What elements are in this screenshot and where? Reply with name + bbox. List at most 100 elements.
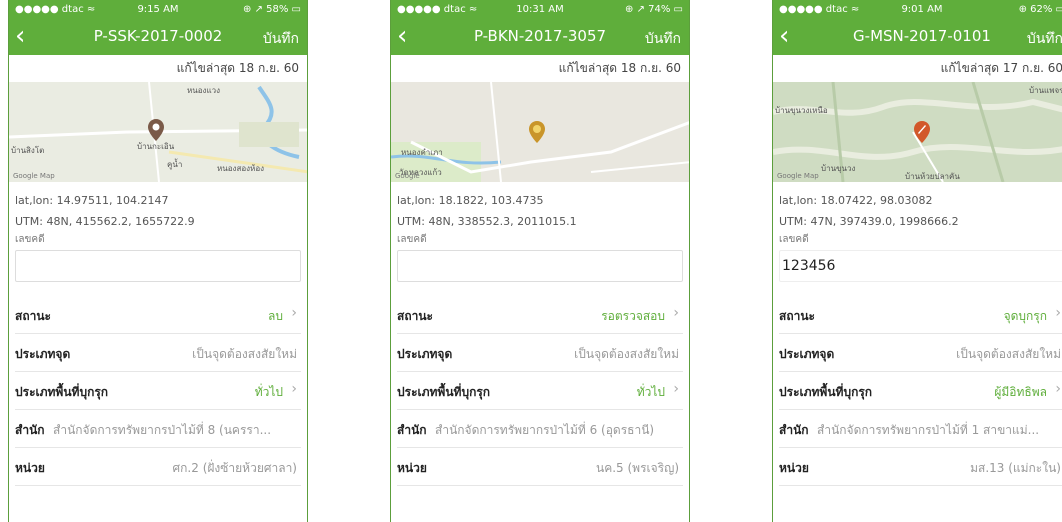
area-type-label: ประเภทพื้นที่บุกรุก: [15, 385, 109, 399]
office-value: สำนักจัดการทรัพยากรป่าไม้ที่ 1 สาขาแม่..…: [817, 423, 1040, 437]
map-view[interactable]: บ้านขุนวงเหนือ บ้านขุนวง บ้านห้วยปลาคัน …: [773, 82, 1062, 182]
detail-list: สถานะ รอตรวจสอบ › ประเภทจุด เป็นจุดต้องส…: [391, 296, 689, 486]
point-type-value: เป็นจุดต้องสงสัยใหม่: [192, 347, 297, 361]
chevron-right-icon: ›: [673, 305, 679, 321]
detail-list: สถานะ ลบ › ประเภทจุด เป็นจุดต้องสงสัยใหม…: [9, 296, 307, 486]
latlon-text: lat,lon: 18.07422, 98.03082: [779, 194, 933, 207]
navbar: ‹ P-BKN-2017-3057 บันทึก: [391, 19, 689, 55]
point-type-label: ประเภทจุด: [397, 347, 453, 361]
map-label: บ้านแพจร: [1029, 86, 1062, 95]
chevron-right-icon: ›: [291, 381, 297, 397]
office-label: สำนัก: [397, 423, 427, 437]
navbar: ‹ G-MSN-2017-0101 บันทึก: [773, 19, 1062, 55]
unit-label: หน่วย: [15, 461, 45, 475]
unit-value: มส.13 (แม่กะใน): [970, 461, 1061, 475]
unit-row: หน่วย ศก.2 (ฝั่งซ้ายห้วยศาลา): [15, 448, 301, 486]
unit-row: หน่วย นค.5 (พรเจริญ): [397, 448, 683, 486]
case-number-input[interactable]: [15, 250, 301, 282]
point-type-row: ประเภทจุด เป็นจุดต้องสงสัยใหม่: [397, 334, 683, 372]
battery-indicator: ⊕ 62% ▭: [1018, 4, 1062, 15]
status-label: สถานะ: [779, 309, 815, 323]
case-number-label: เลขคดี: [779, 234, 809, 245]
map-label: บ้านสิงโต: [11, 146, 45, 155]
save-button[interactable]: บันทึก: [1027, 28, 1062, 50]
office-value: สำนักจัดการทรัพยากรป่าไม้ที่ 6 (อุดรธานี…: [435, 423, 655, 437]
unit-label: หน่วย: [779, 461, 809, 475]
status-label: สถานะ: [397, 309, 433, 323]
map-label: หนองสองห้อง: [217, 164, 265, 173]
utm-text: UTM: 47N, 397439.0, 1998666.2: [779, 215, 959, 228]
area-type-row[interactable]: ประเภทพื้นที่บุกรุก ทั่วไป ›: [397, 372, 683, 410]
map-view[interactable]: หนองแวง บ้านสิงโต บ้านกะเอิน คูน้ำ หนองส…: [9, 82, 307, 182]
save-button[interactable]: บันทึก: [263, 28, 299, 50]
office-row: สำนัก สำนักจัดการทรัพยากรป่าไม้ที่ 6 (อุ…: [397, 410, 683, 448]
office-value: สำนักจัดการทรัพยากรป่าไม้ที่ 8 (นครรา...: [53, 423, 272, 437]
status-bar: ●●●●● dtac ≈ 9:15 AM ⊕ ↗ 58% ▭: [9, 0, 307, 19]
office-row: สำนัก สำนักจัดการทรัพยากรป่าไม้ที่ 1 สาข…: [779, 410, 1062, 448]
office-label: สำนัก: [779, 423, 809, 437]
area-type-value: ทั่วไป: [254, 385, 283, 399]
map-label: หนองคำเภา: [401, 148, 443, 157]
point-type-value: เป็นจุดต้องสงสัยใหม่: [956, 347, 1061, 361]
phone-screen-2: ●●●●● dtac ≈ 10:31 AM ⊕ ↗ 74% ▭ ‹ P-BKN-…: [390, 0, 690, 522]
map-view[interactable]: หนองคำเภา วัดหลวงแก้ว Google: [391, 82, 689, 182]
status-value: ลบ: [268, 309, 283, 323]
last-edited-label: แก้ไขล่าสุด 18 ก.ย. 60: [176, 61, 299, 75]
google-map-attribution: Google Map: [777, 172, 819, 180]
case-number-input[interactable]: [397, 250, 683, 282]
unit-value: ศก.2 (ฝั่งซ้ายห้วยศาลา): [172, 461, 297, 475]
phone-screen-1: ●●●●● dtac ≈ 9:15 AM ⊕ ↗ 58% ▭ ‹ P-SSK-2…: [8, 0, 308, 522]
map-label: บ้านห้วยปลาคัน: [905, 172, 960, 181]
latlon-text: lat,lon: 18.1822, 103.4735: [397, 194, 544, 207]
unit-label: หน่วย: [397, 461, 427, 475]
point-type-label: ประเภทจุด: [15, 347, 71, 361]
chevron-right-icon: ›: [291, 305, 297, 321]
area-type-value: ทั่วไป: [636, 385, 665, 399]
point-type-label: ประเภทจุด: [779, 347, 835, 361]
chevron-right-icon: ›: [673, 381, 679, 397]
unit-value: นค.5 (พรเจริญ): [595, 461, 679, 475]
area-type-label: ประเภทพื้นที่บุกรุก: [779, 385, 873, 399]
status-label: สถานะ: [15, 309, 51, 323]
last-edited-label: แก้ไขล่าสุด 17 ก.ย. 60: [940, 61, 1062, 75]
chevron-right-icon: ›: [1055, 305, 1061, 321]
utm-text: UTM: 48N, 338552.3, 2011015.1: [397, 215, 577, 228]
area-type-row[interactable]: ประเภทพื้นที่บุกรุก ทั่วไป ›: [15, 372, 301, 410]
battery-indicator: ⊕ ↗ 58% ▭: [243, 4, 301, 15]
last-edited-label: แก้ไขล่าสุด 18 ก.ย. 60: [558, 61, 681, 75]
case-number-label: เลขคดี: [397, 234, 427, 245]
location-pin-icon[interactable]: [147, 118, 165, 142]
status-bar: ●●●●● dtac ≈ 9:01 AM ⊕ 62% ▭: [773, 0, 1062, 19]
battery-indicator: ⊕ ↗ 74% ▭: [625, 4, 683, 15]
case-number-input[interactable]: 123456: [779, 250, 1062, 282]
page-title: G-MSN-2017-0101: [853, 27, 991, 45]
save-button[interactable]: บันทึก: [645, 28, 681, 50]
status-row[interactable]: สถานะ ลบ ›: [15, 296, 301, 334]
map-label: หนองแวง: [187, 86, 221, 95]
area-type-label: ประเภทพื้นที่บุกรุก: [397, 385, 491, 399]
location-pin-icon[interactable]: [528, 120, 546, 144]
point-type-row: ประเภทจุด เป็นจุดต้องสงสัยใหม่: [15, 334, 301, 372]
office-label: สำนัก: [15, 423, 45, 437]
location-pin-icon[interactable]: [913, 120, 931, 144]
google-map-attribution: Google Map: [13, 172, 55, 180]
map-label: บ้านขุนวง: [821, 164, 856, 173]
status-value: รอตรวจสอบ: [601, 309, 665, 323]
phone-screen-3: ●●●●● dtac ≈ 9:01 AM ⊕ 62% ▭ ‹ G-MSN-201…: [772, 0, 1062, 522]
unit-row: หน่วย มส.13 (แม่กะใน): [779, 448, 1062, 486]
area-type-row[interactable]: ประเภทพื้นที่บุกรุก ผู้มีอิทธิพล ›: [779, 372, 1062, 410]
office-row: สำนัก สำนักจัดการทรัพยากรป่าไม้ที่ 8 (นค…: [15, 410, 301, 448]
area-type-value: ผู้มีอิทธิพล: [994, 385, 1047, 399]
point-type-row: ประเภทจุด เป็นจุดต้องสงสัยใหม่: [779, 334, 1062, 372]
status-row[interactable]: สถานะ รอตรวจสอบ ›: [397, 296, 683, 334]
utm-text: UTM: 48N, 415562.2, 1655722.9: [15, 215, 195, 228]
status-bar: ●●●●● dtac ≈ 10:31 AM ⊕ ↗ 74% ▭: [391, 0, 689, 19]
latlon-text: lat,lon: 14.97511, 104.2147: [15, 194, 169, 207]
point-type-value: เป็นจุดต้องสงสัยใหม่: [574, 347, 679, 361]
chevron-right-icon: ›: [1055, 381, 1061, 397]
case-number-label: เลขคดี: [15, 234, 45, 245]
google-map-attribution: Google: [395, 172, 420, 180]
status-value: จุดบุกรุก: [1003, 309, 1047, 323]
navbar: ‹ P-SSK-2017-0002 บันทึก: [9, 19, 307, 55]
status-row[interactable]: สถานะ จุดบุกรุก ›: [779, 296, 1062, 334]
